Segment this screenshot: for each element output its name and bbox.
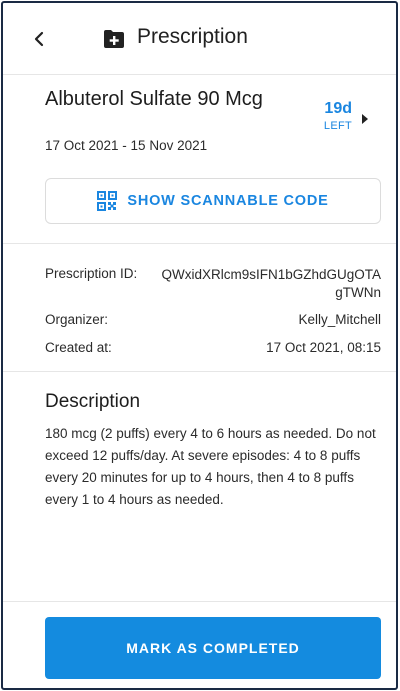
organizer-value: Kelly_Mitchell — [298, 312, 381, 327]
days-left-label: LEFT — [323, 120, 352, 132]
days-left-indicator[interactable]: 19d LEFT — [324, 100, 352, 132]
divider — [3, 243, 396, 244]
medication-date-range: 17 Oct 2021 - 15 Nov 2021 — [45, 138, 208, 153]
app-screen: Prescription Albuterol Sulfate 90 Mcg 17… — [1, 1, 398, 690]
created-at-value: 17 Oct 2021, 08:15 — [266, 340, 381, 355]
days-left-value: 19d — [324, 100, 352, 117]
medical-folder-icon — [104, 30, 124, 48]
medication-name: Albuterol Sulfate 90 Mcg — [45, 88, 263, 110]
back-button[interactable] — [21, 21, 57, 57]
mark-as-completed-label: MARK AS COMPLETED — [126, 640, 300, 656]
chevron-left-icon — [34, 31, 44, 47]
scan-button-label: SHOW SCANNABLE CODE — [127, 193, 329, 209]
divider — [3, 371, 396, 372]
qr-code-icon — [97, 191, 118, 211]
show-scannable-code-button[interactable]: SHOW SCANNABLE CODE — [45, 178, 381, 224]
created-at-row: Created at: 17 Oct 2021, 08:15 — [45, 340, 381, 360]
organizer-row: Organizer: Kelly_Mitchell — [45, 312, 381, 332]
description-heading: Description — [45, 391, 141, 412]
chevron-right-icon[interactable] — [360, 113, 370, 125]
divider — [3, 601, 396, 602]
page-title: Prescription — [137, 25, 248, 48]
created-at-label: Created at: — [45, 340, 112, 355]
prescription-id-value: QWxidXRlcm9sIFN1bGZhdGUgOTAgTWNn — [161, 267, 381, 300]
prescription-id-label: Prescription ID: — [45, 266, 138, 281]
top-app-bar: Prescription — [3, 3, 396, 75]
prescription-id-row: Prescription ID: QWxidXRlcm9sIFN1bGZhdGU… — [45, 266, 381, 306]
organizer-label: Organizer: — [45, 312, 109, 327]
description-text: 180 mcg (2 puffs) every 4 to 6 hours as … — [45, 426, 376, 507]
mark-as-completed-button[interactable]: MARK AS COMPLETED — [45, 617, 381, 679]
